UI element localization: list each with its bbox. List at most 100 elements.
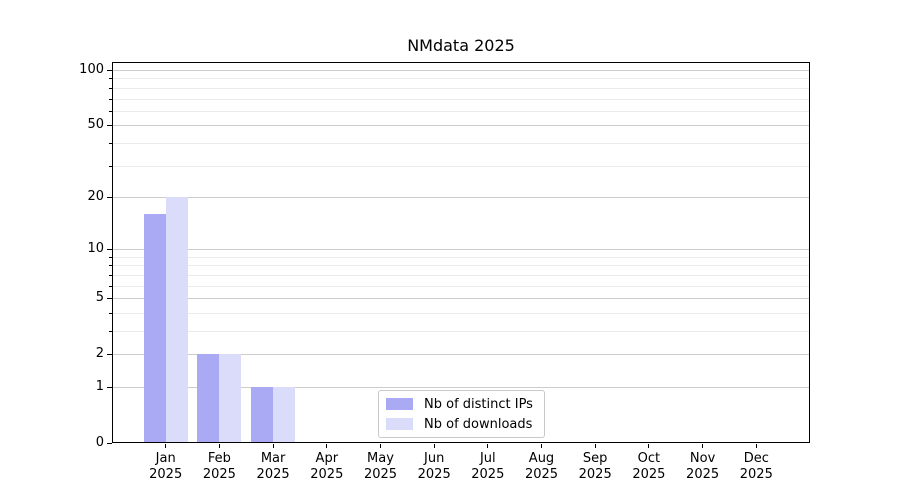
x-tick [702, 444, 704, 448]
y-tick-label: 1 [95, 379, 104, 394]
bar-downloads [165, 196, 188, 443]
x-tick-month: May [367, 451, 394, 466]
x-tick-year: 2025 [256, 467, 290, 482]
x-tick-month: Mar [260, 451, 286, 466]
x-tick-month: Jan [155, 451, 176, 466]
legend-item: Nb of distinct IPs [386, 395, 537, 413]
gridline-minor [113, 274, 809, 276]
gridline-minor [113, 98, 809, 100]
gridline-minor [113, 87, 809, 89]
x-tick-month: Jun [424, 451, 445, 466]
x-tick-year: 2025 [686, 467, 720, 482]
gridline-minor [113, 265, 809, 267]
x-tick-label: Mar 2025 [243, 451, 303, 483]
x-tick-year: 2025 [149, 467, 183, 482]
y-tick-label: 50 [87, 117, 104, 133]
x-tick-month: Oct [637, 451, 661, 466]
gridline-minor [113, 165, 809, 167]
y-tick-minor [109, 142, 112, 144]
legend-label: Nb of distinct IPs [424, 396, 533, 412]
x-tick-label: Jan 2025 [136, 451, 196, 483]
x-tick [433, 444, 435, 448]
y-tick-minor [109, 87, 112, 89]
y-tick-minor [109, 256, 112, 258]
y-tick-label: 10 [87, 241, 104, 257]
x-tick [272, 444, 274, 448]
x-tick-year: 2025 [632, 467, 666, 482]
x-tick-year: 2025 [417, 467, 451, 482]
y-tick-label: 0 [95, 435, 104, 450]
y-tick [107, 354, 112, 356]
x-tick-label: Dec 2025 [726, 451, 786, 483]
x-tick-month: Feb [207, 451, 231, 466]
x-tick [165, 444, 167, 448]
x-tick [218, 444, 220, 448]
legend-item: Nb of downloads [386, 415, 537, 433]
x-tick-label: Jun 2025 [404, 451, 464, 483]
x-tick [755, 444, 757, 448]
x-tick-month: Jul [479, 451, 496, 466]
y-tick [107, 249, 112, 251]
gridline-minor [113, 285, 809, 287]
x-tick-year: 2025 [310, 467, 344, 482]
x-tick-label: Sep 2025 [565, 451, 625, 483]
y-tick-minor [109, 312, 112, 314]
x-tick-label: Apr 2025 [297, 451, 357, 483]
bar-downloads [219, 354, 242, 443]
chart-title: NMdata 2025 [407, 36, 515, 55]
x-tick-label: Feb 2025 [189, 451, 249, 483]
x-tick-year: 2025 [471, 467, 505, 482]
gridline-minor [113, 331, 809, 332]
y-tick [107, 196, 112, 198]
x-tick-month: Nov [689, 451, 716, 466]
x-tick-label: Aug 2025 [512, 451, 572, 483]
figure: NMdata 2025 0 1 2 5 10 20 50 100 Jan 2025 Feb 2025 M… [0, 0, 900, 500]
gridline-major [113, 70, 809, 71]
x-tick-year: 2025 [202, 467, 236, 482]
y-tick-label: 20 [87, 188, 104, 204]
legend-swatch-downloads-icon [386, 418, 413, 430]
x-tick [541, 444, 542, 448]
y-tick [107, 298, 112, 300]
x-tick-label: May 2025 [351, 451, 411, 483]
gridline-minor [113, 312, 809, 314]
y-tick [107, 70, 112, 71]
x-tick [594, 444, 596, 448]
gridline-major [113, 298, 809, 300]
y-tick [107, 387, 112, 388]
x-tick-year: 2025 [524, 467, 559, 482]
y-tick-minor [109, 78, 112, 80]
y-tick-minor [109, 285, 112, 287]
bar-distinct-ips [251, 387, 274, 443]
legend-swatch-distinct-ips-icon [386, 398, 413, 410]
x-tick-month: Sep [582, 451, 608, 466]
x-tick-month: Dec [743, 451, 769, 466]
x-tick [380, 444, 381, 448]
x-tick-label: Oct 2025 [619, 451, 679, 483]
y-tick-minor [109, 165, 112, 167]
y-tick-minor [109, 274, 112, 276]
legend: Nb of distinct IPs Nb of downloads [378, 390, 545, 438]
x-tick [326, 444, 328, 448]
x-tick-label: Jul 2025 [458, 451, 518, 483]
y-tick-minor [109, 331, 112, 332]
y-tick-label: 100 [79, 62, 104, 77]
bar-distinct-ips [143, 214, 166, 443]
x-tick-year: 2025 [363, 467, 398, 482]
gridline-minor [113, 110, 809, 112]
gridline-major [113, 125, 809, 127]
y-tick [107, 125, 112, 127]
y-tick [107, 443, 112, 444]
gridline-minor [113, 78, 809, 80]
gridline-major [113, 249, 809, 251]
bar-downloads [273, 387, 296, 443]
gridline-minor [113, 256, 809, 258]
x-tick-month: Aug [528, 451, 555, 466]
y-tick-label: 2 [95, 346, 104, 362]
y-tick-label: 5 [95, 290, 104, 306]
y-tick-minor [109, 265, 112, 267]
y-tick-minor [109, 98, 112, 100]
legend-label: Nb of downloads [424, 416, 533, 432]
x-tick-month: Apr [315, 451, 339, 466]
x-tick-year: 2025 [578, 467, 612, 482]
